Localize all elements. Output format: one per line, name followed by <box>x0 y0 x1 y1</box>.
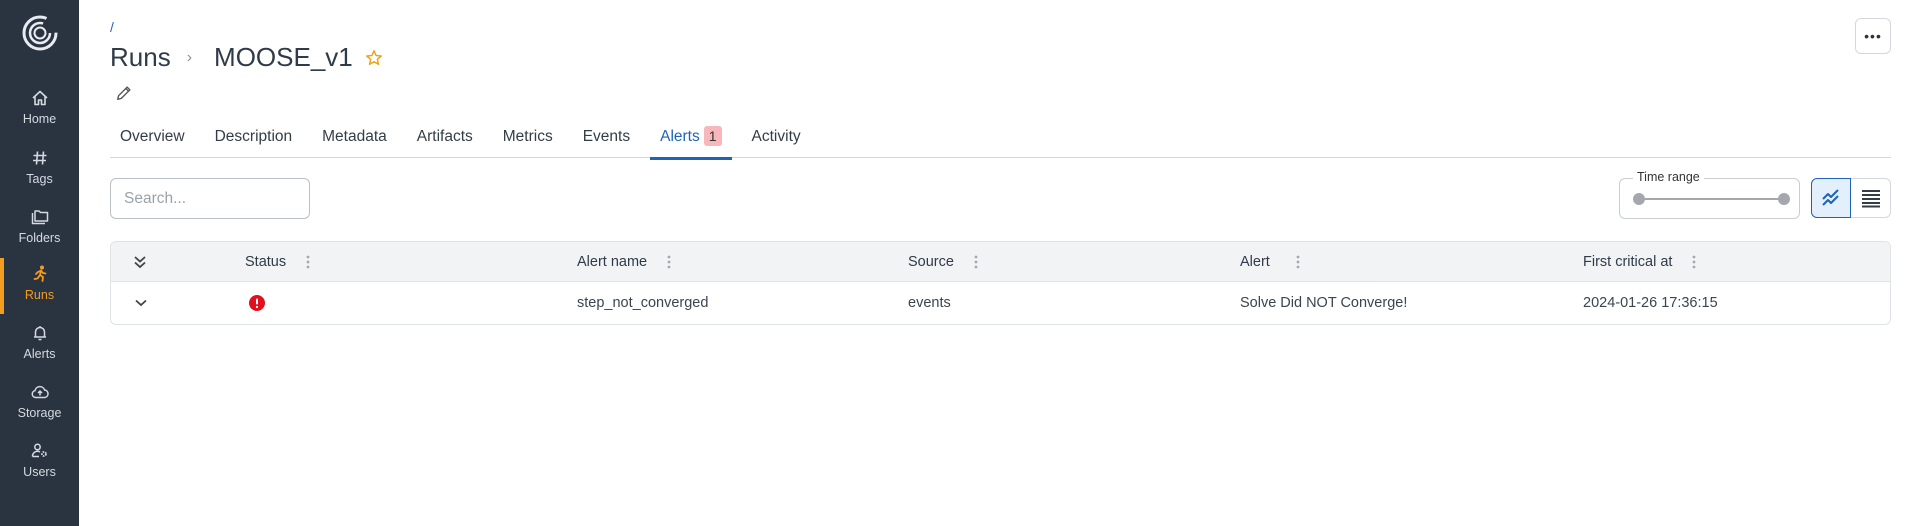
column-menu-icon[interactable] <box>1296 255 1300 269</box>
sidebar-item-storage[interactable]: Storage <box>0 382 79 438</box>
column-header-alert-name[interactable]: Alert name <box>577 242 671 281</box>
sidebar-item-label: Storage <box>17 406 62 420</box>
page-title: Runs › MOOSE_v1 <box>110 42 383 73</box>
first-critical-at-cell: 2024-01-26 17:36:15 <box>1583 295 1718 311</box>
tab-alerts[interactable]: Alerts 1 <box>650 126 732 160</box>
source-cell: events <box>908 295 951 311</box>
main-content: / Runs › MOOSE_v1 ••• Overview Descripti… <box>79 0 1915 526</box>
more-options-button[interactable]: ••• <box>1855 18 1891 54</box>
column-menu-icon[interactable] <box>306 255 310 269</box>
list-lines-icon <box>1861 190 1880 208</box>
sidebar-item-alerts[interactable]: Alerts <box>0 323 79 379</box>
sidebar-item-label: Runs <box>24 288 55 302</box>
view-toggle-group <box>1811 178 1891 218</box>
sidebar-item-runs[interactable]: Runs <box>0 258 79 320</box>
column-title: Alert name <box>577 253 648 270</box>
double-chevron-down-icon <box>134 255 146 268</box>
column-header-status[interactable]: Status <box>245 242 310 281</box>
column-title: Status <box>245 253 287 270</box>
bell-icon <box>33 326 46 341</box>
cloud-upload-icon <box>31 385 49 399</box>
breadcrumb-runs-link[interactable]: Runs <box>110 42 171 73</box>
column-title: First critical at <box>1583 253 1673 270</box>
sidebar-item-label: Users <box>23 465 56 479</box>
column-menu-icon[interactable] <box>667 255 671 269</box>
sidebar-item-tags[interactable]: Tags <box>0 148 79 204</box>
table-row[interactable]: step_not_converged events Solve Did NOT … <box>111 282 1890 324</box>
sidebar-item-folders[interactable]: Folders <box>0 207 79 263</box>
sidebar-item-users[interactable]: Users <box>0 441 79 497</box>
sidebar-item-home[interactable]: Home <box>0 88 79 144</box>
column-title: Source <box>908 253 954 270</box>
critical-status-icon <box>249 295 265 311</box>
column-header-source[interactable]: Source <box>908 242 978 281</box>
alerts-table: Status Alert name Source Alert First cri… <box>110 241 1891 325</box>
users-settings-icon <box>31 443 47 458</box>
search-input[interactable] <box>110 178 310 219</box>
column-menu-icon[interactable] <box>974 255 978 269</box>
column-title: Alert <box>1240 253 1270 270</box>
breadcrumb-separator: › <box>186 48 193 66</box>
time-range-slider[interactable]: Time range <box>1619 170 1800 219</box>
list-view-button[interactable] <box>1851 178 1891 218</box>
app-logo[interactable] <box>21 14 59 52</box>
time-range-end-handle[interactable] <box>1778 193 1790 205</box>
sidebar-item-label: Alerts <box>23 347 56 361</box>
sidebar-item-label: Folders <box>18 231 61 245</box>
expand-all-button[interactable] <box>133 242 147 281</box>
tab-metrics[interactable]: Metrics <box>493 126 563 158</box>
tab-alerts-label: Alerts <box>660 128 700 145</box>
status-cell <box>249 282 265 324</box>
column-menu-icon[interactable] <box>1692 255 1696 269</box>
column-header-alert[interactable]: Alert <box>1240 242 1300 281</box>
run-name: MOOSE_v1 <box>214 42 353 72</box>
time-range-label: Time range <box>1633 170 1704 184</box>
tab-events[interactable]: Events <box>573 126 640 158</box>
alert-cell: Solve Did NOT Converge! <box>1240 295 1408 311</box>
tab-artifacts[interactable]: Artifacts <box>407 126 483 158</box>
column-header-first-critical-at[interactable]: First critical at <box>1583 242 1696 281</box>
expand-row-button[interactable] <box>134 282 148 324</box>
chart-lines-icon <box>1822 189 1839 206</box>
hash-icon <box>32 151 46 165</box>
tab-description[interactable]: Description <box>205 126 303 158</box>
running-person-icon <box>33 265 46 282</box>
tab-overview[interactable]: Overview <box>110 126 195 158</box>
folder-icon <box>31 210 48 225</box>
table-header: Status Alert name Source Alert First cri… <box>111 242 1890 282</box>
tab-bar: Overview Description Metadata Artifacts … <box>110 126 1891 160</box>
sidebar: Home Tags Folders Runs Alerts Storage Us… <box>0 0 79 526</box>
chevron-down-icon <box>135 299 147 307</box>
sidebar-item-label: Tags <box>26 172 53 186</box>
breadcrumb-root-link[interactable]: / <box>110 19 114 35</box>
alert-name-cell: step_not_converged <box>577 295 709 311</box>
tab-activity[interactable]: Activity <box>742 126 811 158</box>
edit-pencil-icon[interactable] <box>115 84 133 102</box>
tab-metadata[interactable]: Metadata <box>312 126 397 158</box>
home-icon <box>31 90 48 106</box>
alerts-count-badge: 1 <box>703 126 722 146</box>
chart-view-button[interactable] <box>1811 178 1851 218</box>
time-range-start-handle[interactable] <box>1633 193 1645 205</box>
sidebar-item-label: Home <box>22 112 57 126</box>
favorite-star-icon[interactable] <box>365 49 383 67</box>
time-range-track[interactable] <box>1639 198 1781 200</box>
